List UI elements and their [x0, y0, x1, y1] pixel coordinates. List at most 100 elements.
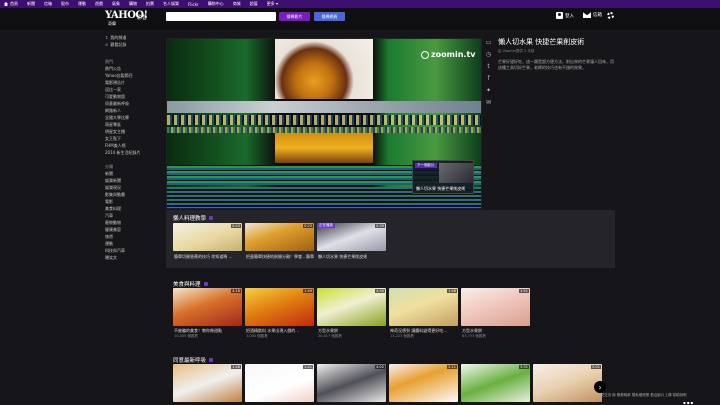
topnav-label: 購物中心	[207, 1, 224, 6]
video-card[interactable]: 4:02	[317, 364, 386, 402]
video-thumbnail	[173, 364, 242, 402]
video-thumbnail	[317, 288, 386, 326]
topnav-item[interactable]: 商城	[233, 1, 241, 7]
topnav-item[interactable]: 超值	[250, 1, 258, 7]
mail-link[interactable]: 信箱	[583, 12, 602, 18]
sidebar-item[interactable]: 新聞	[105, 170, 163, 177]
sidebar-item[interactable]: 娛樂現況	[105, 184, 163, 191]
video-card[interactable]: 4:30 方型水果餅 20,017 個觀看	[317, 288, 386, 342]
sidebar-item[interactable]: 影集與動畫	[105, 191, 163, 198]
mail-icon	[583, 12, 591, 18]
topnav-item[interactable]: 更多 ▾	[267, 1, 278, 7]
logo-tag: 影音	[137, 15, 148, 21]
sidebar-item[interactable]: 萌星專區	[105, 121, 163, 128]
duration-label: 0:43	[231, 224, 241, 228]
duration-label: 1:46	[447, 289, 457, 293]
sidebar-item[interactable]: ↥ 我的頻道	[105, 34, 163, 41]
share-toolbar: ▭ ◷ t f ✦ ✉	[484, 38, 493, 106]
duration-label: 1:49	[303, 289, 313, 293]
video-frame-mango	[275, 133, 373, 163]
search-web-button[interactable]: 搜尋網頁	[314, 12, 345, 21]
duration-label: 5:01	[591, 365, 601, 369]
playlist-card[interactable]: 0:39 正在播放 懶人切水果 快捷芒果削皮術	[317, 223, 386, 263]
topnav-item[interactable]: 購物	[129, 1, 137, 7]
mail-share-icon[interactable]: ✉	[485, 98, 492, 106]
search-video-button[interactable]: 搜尋影片	[279, 12, 310, 21]
video-card[interactable]: 3:31	[461, 364, 530, 402]
sidebar-item[interactable]: 旅遊	[105, 233, 163, 240]
playlist-title[interactable]: 懶人料理教學	[173, 214, 214, 222]
topnav-item[interactable]: 運動	[78, 1, 86, 7]
sidebar-item[interactable]: 女王陛下	[105, 135, 163, 142]
sidebar-item[interactable]: 逗比一家	[105, 86, 163, 93]
sidebar-item[interactable]: 科技與汽車	[105, 247, 163, 254]
sidebar-item[interactable]: 2014 新生活紀錄片	[105, 149, 163, 156]
video-info: 懶人切水果 快捷芒果削皮術 由 Zoomin提供 2 天前 芒果好甜好吃，這一類…	[498, 38, 616, 71]
video-card[interactable]: 1:41	[245, 364, 314, 402]
sidebar-item[interactable]: 明星女主播	[105, 128, 163, 135]
comment-icon[interactable]: ▭	[485, 38, 492, 46]
settings-button[interactable]	[607, 12, 614, 19]
topnav-item[interactable]: 購物中心	[208, 1, 224, 7]
topnav-item[interactable]: 首頁	[4, 1, 18, 7]
tumblr-icon[interactable]: t	[485, 62, 492, 70]
sidebar-item[interactable]: 電影	[105, 198, 163, 205]
sidebar-item[interactable]: 電影預告片	[105, 79, 163, 86]
playlist-card[interactable]: 0:23 把蛋簡單快捷地剝開分離！學會…簡單…	[245, 223, 314, 263]
sidebar-item[interactable]: 網路新人	[105, 107, 163, 114]
sidebar-item[interactable]: 運動	[105, 240, 163, 247]
video-card[interactable]: 2:11	[389, 364, 458, 402]
topnav-item[interactable]: 遊戲	[95, 1, 103, 7]
login-link[interactable]: 登入	[556, 12, 574, 19]
video-caption: 簡單切開香蕉的技巧 你知道嗎 …	[174, 254, 233, 259]
sidebar-item[interactable]: 爆笑文	[105, 254, 163, 261]
topnav-item[interactable]: 氣象	[112, 1, 120, 7]
topnav-item[interactable]: Flickr	[188, 2, 199, 7]
pager-dots[interactable]: ▪▪▪	[683, 400, 694, 405]
video-thumbnail	[317, 364, 386, 402]
topnav-item[interactable]: 新聞	[27, 1, 35, 7]
twitter-icon[interactable]: ✦	[485, 86, 492, 94]
sidebar-item[interactable]: ⊙ 觀看記錄	[105, 41, 163, 48]
video-card[interactable]: 4:18 不被騙的美食！教你做甜點 10,000 個觀看	[173, 288, 242, 342]
progress-bar[interactable]	[167, 207, 481, 208]
latest-section-title[interactable]: 同意最新呼吸	[173, 356, 214, 364]
sidebar-item[interactable]: 娛樂新聞	[105, 177, 163, 184]
login-label: 登入	[565, 13, 574, 19]
sidebar-item[interactable]: 熱門公告	[105, 65, 163, 72]
food-section-title[interactable]: 美食與料理	[173, 280, 208, 288]
video-player[interactable]: zoomin.tv 下一個影片 懶人切水果 快捷芒果削皮術	[166, 38, 482, 209]
sidebar-item[interactable]: 汽車	[105, 212, 163, 219]
facebook-icon[interactable]: f	[485, 74, 492, 82]
sidebar-item[interactable]: 可愛動物園	[105, 93, 163, 100]
video-card[interactable]: 1:49 把酒精飲料 水果出現入戲的… 1,000 個觀看	[245, 288, 314, 342]
duration-label: 4:18	[231, 289, 241, 293]
search-input[interactable]	[166, 12, 276, 21]
view-count: 1,000 個觀看	[246, 334, 268, 338]
latest-section-label: 同意最新呼吸	[173, 358, 207, 364]
footer-links[interactable]: 意見交流 與 服務條款 隱私權政策 歡迎影片上傳 幫助說明	[597, 393, 687, 398]
topnav-item[interactable]: 股市	[61, 1, 69, 7]
topnav-item[interactable]: 名人娛樂	[163, 1, 179, 7]
topnav-item[interactable]: 拍賣	[146, 1, 154, 7]
duration-label: 1:46	[231, 365, 241, 369]
video-card[interactable]: 1:46 神奇沒想到 讓醬料變得更好吃… 13,223 個觀看	[389, 288, 458, 342]
video-thumbnail	[173, 288, 242, 326]
sidebar-item[interactable]: 健康美容	[105, 226, 163, 233]
topnav-item[interactable]: 信箱	[44, 1, 52, 7]
sidebar-item[interactable]: FHM美人榜	[105, 142, 163, 149]
sidebar-item[interactable]: 全國大學比賽	[105, 114, 163, 121]
sidebar-item[interactable]: 美食料理	[105, 205, 163, 212]
playlist-card[interactable]: 0:43 簡單切開香蕉的技巧 你知道嗎 …	[173, 223, 242, 263]
clock-icon[interactable]: ◷	[485, 50, 492, 58]
video-card[interactable]: 1:46	[173, 364, 242, 402]
next-arrow-button[interactable]: ›	[594, 381, 606, 393]
video-card[interactable]: 1:51 方型水果餅 63,733 個觀看	[461, 288, 530, 342]
video-card[interactable]: 5:01	[533, 364, 602, 402]
sidebar-item[interactable]: Yahoo自製節目	[105, 72, 163, 79]
sidebar-item[interactable]: 同意最新呼吸	[105, 100, 163, 107]
sidebar-item[interactable]: 寵物動物	[105, 219, 163, 226]
user-icon	[556, 12, 563, 19]
up-next-card[interactable]: 下一個影片 懶人切水果 快捷芒果削皮術	[412, 160, 474, 194]
view-count: 20,017 個觀看	[318, 334, 342, 338]
